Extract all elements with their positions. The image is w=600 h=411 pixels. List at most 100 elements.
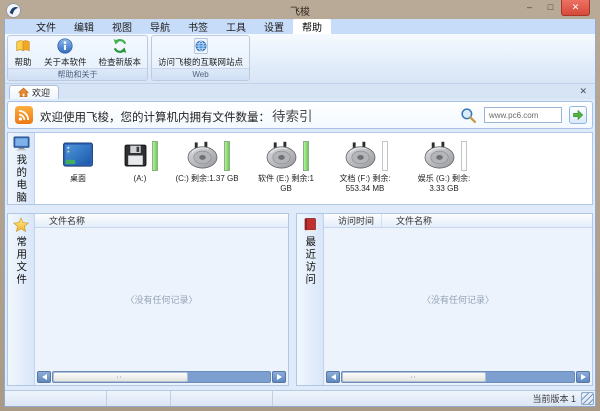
my-computer-panel: 我的电脑 桌面 (A:) (C:) 剩余:1.37 GB 软件 (E:) 剩余:… bbox=[7, 132, 593, 205]
computer-icon bbox=[13, 136, 29, 151]
tab-help[interactable]: 帮助 bbox=[293, 19, 331, 34]
welcome-banner: 欢迎使用飞梭，您的计算机内拥有文件数量： 待索引 bbox=[7, 101, 593, 129]
capacity-bar bbox=[302, 140, 309, 171]
drive-label: 桌面 bbox=[70, 174, 86, 183]
rss-icon bbox=[15, 106, 33, 124]
drive-label: (C:) 剩余:1.37 GB bbox=[175, 174, 239, 183]
star-icon bbox=[13, 217, 29, 233]
drive-item-f[interactable]: 文档 (F:) 剩余: 553.34 MB bbox=[331, 139, 399, 195]
column-header-filename[interactable]: 文件名称 bbox=[35, 214, 85, 227]
scrollbar-thumb[interactable] bbox=[53, 371, 188, 382]
status-bar: 当前版本 1 bbox=[5, 390, 595, 406]
red-book-icon bbox=[304, 218, 316, 232]
tab-edit[interactable]: 编辑 bbox=[65, 19, 103, 34]
green-arrow-icon bbox=[573, 109, 584, 121]
ribbon-group-label: 帮助和关于 bbox=[8, 68, 148, 80]
scrollbar-track[interactable] bbox=[52, 370, 271, 383]
info-icon bbox=[57, 38, 73, 54]
close-doc-tab-icon[interactable]: ✕ bbox=[579, 86, 587, 97]
column-header-filename[interactable]: 文件名称 bbox=[382, 214, 432, 227]
recent-files-sidebar: 最近访问 bbox=[297, 214, 324, 385]
refresh-icon bbox=[113, 39, 127, 53]
welcome-doc-tab[interactable]: 欢迎 bbox=[9, 85, 60, 99]
search-icon[interactable] bbox=[460, 107, 477, 124]
help-button[interactable]: 帮助 bbox=[8, 36, 38, 68]
drive-label: (A:) bbox=[133, 174, 147, 183]
visit-site-label: 访问飞梭的互联网站点 bbox=[158, 57, 244, 67]
drive-label: 软件 (E:) 剩余:1 GB bbox=[257, 174, 314, 194]
drives-list: 桌面 (A:) (C:) 剩余:1.37 GB 软件 (E:) 剩余:1 GB … bbox=[35, 133, 592, 204]
my-computer-label: 我的电脑 bbox=[15, 154, 28, 204]
help-label: 帮助 bbox=[14, 57, 32, 67]
frequent-files-header: 文件名称 bbox=[35, 214, 288, 228]
home-icon bbox=[18, 87, 29, 98]
tab-tools[interactable]: 工具 bbox=[217, 19, 255, 34]
recent-files-header: 访问时间 文件名称 bbox=[324, 214, 592, 228]
check-update-button[interactable]: 检查新版本 bbox=[93, 36, 148, 68]
welcome-message: 欢迎使用飞梭，您的计算机内拥有文件数量： 待索引 bbox=[40, 105, 313, 125]
frequent-files-sidebar: 常用文件 bbox=[8, 214, 35, 385]
welcome-message-text: 欢迎使用飞梭，您的计算机内拥有文件数量： bbox=[40, 112, 270, 124]
my-computer-sidebar: 我的电脑 bbox=[8, 133, 35, 204]
title-bar: 飞梭 – □ ✕ bbox=[4, 0, 596, 19]
recent-files-label: 最近访问 bbox=[304, 236, 317, 286]
recent-files-body: 〈没有任何记录〉 bbox=[324, 228, 592, 370]
close-button[interactable]: ✕ bbox=[561, 0, 590, 16]
hard-disk-icon bbox=[266, 141, 296, 169]
ribbon-group-web: 访问飞梭的互联网站点 Web bbox=[151, 35, 251, 81]
version-text: 当前版本 1 bbox=[532, 394, 576, 404]
arrow-right-icon bbox=[276, 373, 282, 380]
column-header-access-time[interactable]: 访问时间 bbox=[324, 214, 382, 227]
scrollbar-right-button[interactable] bbox=[272, 370, 286, 383]
tab-settings[interactable]: 设置 bbox=[255, 19, 293, 34]
drive-item-g[interactable]: 娱乐 (G:) 剩余: 3.33 GB bbox=[410, 139, 478, 195]
drive-item-desktop[interactable]: 桌面 bbox=[49, 139, 107, 184]
maximize-button[interactable]: □ bbox=[540, 0, 561, 14]
app-window: 飞梭 – □ ✕ 文件 编辑 视图 导航 书签 工具 设置 帮助 帮助 关于本软… bbox=[0, 0, 600, 411]
window-title: 飞梭 bbox=[290, 7, 310, 18]
tab-bookmarks[interactable]: 书签 bbox=[179, 19, 217, 34]
drive-item-a[interactable]: (A:) bbox=[118, 139, 162, 184]
scrollbar-left-button[interactable] bbox=[37, 370, 51, 383]
book-icon bbox=[16, 40, 30, 52]
scrollbar-left-button[interactable] bbox=[326, 370, 340, 383]
hard-disk-icon bbox=[345, 141, 375, 169]
frequent-files-label: 常用文件 bbox=[15, 236, 28, 286]
tab-view[interactable]: 视图 bbox=[103, 19, 141, 34]
resize-grip[interactable] bbox=[581, 392, 594, 405]
recent-files-panel: 最近访问 访问时间 文件名称 〈没有任何记录〉 bbox=[296, 213, 593, 386]
scrollbar-thumb[interactable] bbox=[342, 371, 486, 382]
drive-label: 娱乐 (G:) 剩余: 3.33 GB bbox=[417, 174, 471, 194]
ribbon: 帮助 关于本软件 检查新版本 帮助和关于 访问飞梭的互联网站点 Web bbox=[5, 34, 595, 84]
empty-records-text: 〈没有任何记录〉 bbox=[125, 294, 198, 305]
capacity-bar bbox=[151, 140, 158, 171]
about-button[interactable]: 关于本软件 bbox=[38, 36, 93, 68]
hard-disk-icon bbox=[187, 141, 217, 169]
menu-tab-row: 文件 编辑 视图 导航 书签 工具 设置 帮助 bbox=[5, 19, 595, 34]
drive-item-e[interactable]: 软件 (E:) 剩余:1 GB bbox=[252, 139, 320, 195]
scrollbar-track[interactable] bbox=[341, 370, 575, 383]
arrow-left-icon bbox=[41, 373, 47, 380]
tab-navigate[interactable]: 导航 bbox=[141, 19, 179, 34]
tab-file[interactable]: 文件 bbox=[27, 19, 65, 34]
bottom-panels: 常用文件 文件名称 〈没有任何记录〉 最近访问 访问时间 文件名称 〈没有任何记… bbox=[7, 213, 593, 386]
url-input[interactable] bbox=[484, 107, 562, 123]
app-frame: 文件 编辑 视图 导航 书签 工具 设置 帮助 帮助 关于本软件 检查新版本 帮… bbox=[4, 19, 596, 407]
arrow-right-icon bbox=[580, 373, 586, 380]
status-segment bbox=[171, 391, 273, 406]
frequent-files-hscrollbar bbox=[35, 370, 288, 385]
minimize-button[interactable]: – bbox=[519, 0, 540, 14]
ribbon-group-help-about: 帮助 关于本软件 检查新版本 帮助和关于 bbox=[7, 35, 149, 81]
go-button[interactable] bbox=[569, 106, 587, 124]
document-tab-strip: 欢迎 ✕ bbox=[5, 84, 595, 99]
main-content: 欢迎使用飞梭，您的计算机内拥有文件数量： 待索引 www.pc6.com 我的电… bbox=[5, 99, 595, 390]
hard-disk-icon bbox=[424, 141, 454, 169]
drive-item-c[interactable]: (C:) 剩余:1.37 GB bbox=[173, 139, 241, 184]
visit-site-button[interactable]: 访问飞梭的互联网站点 bbox=[152, 36, 249, 68]
empty-records-text: 〈没有任何记录〉 bbox=[421, 294, 494, 305]
scrollbar-right-button[interactable] bbox=[576, 370, 590, 383]
about-label: 关于本软件 bbox=[44, 57, 87, 67]
index-status: 待索引 bbox=[272, 109, 313, 124]
floppy-icon bbox=[124, 144, 146, 167]
arrow-left-icon bbox=[330, 373, 336, 380]
